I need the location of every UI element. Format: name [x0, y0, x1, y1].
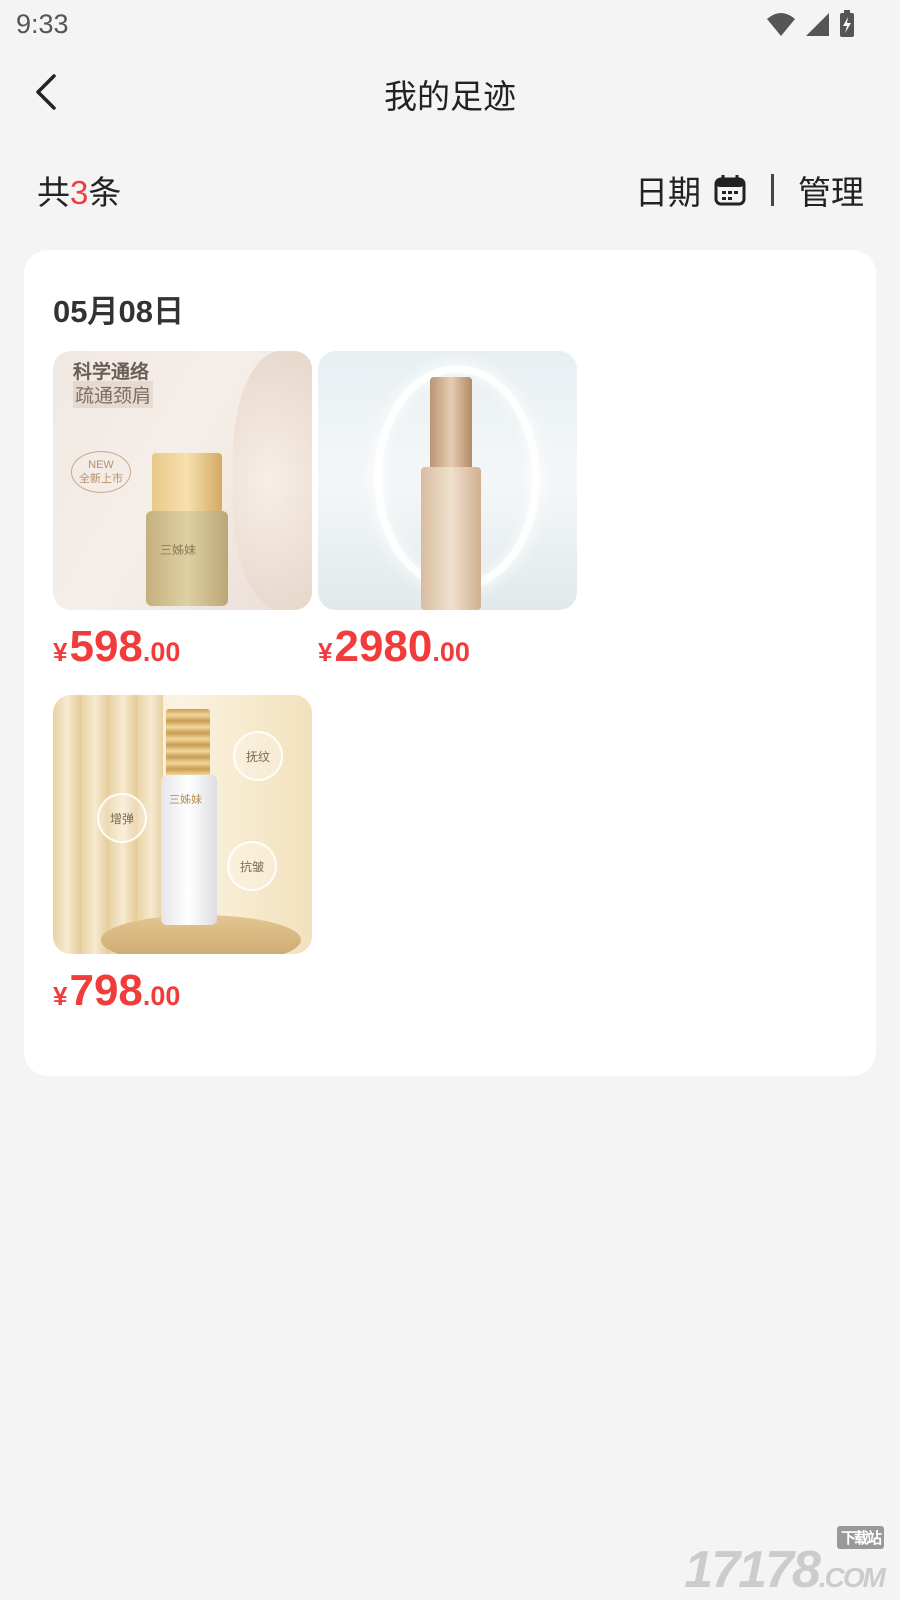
history-group-card: 05月08日 科学通络 疏通颈肩 NEW 全新上市 三姊妹 ¥598.00 ¥29…	[24, 250, 876, 1076]
price-decimal: .00	[142, 981, 181, 1011]
bottle-cap	[166, 709, 210, 777]
product-price: ¥2980.00	[318, 622, 577, 672]
feature-bubble: 抚纹	[233, 731, 283, 781]
status-bar: 9:33	[0, 0, 900, 48]
feature-bubble: 增弹	[97, 793, 147, 843]
group-date: 05月08日	[53, 294, 184, 329]
product-price: ¥798.00	[53, 966, 312, 1016]
currency-symbol: ¥	[318, 637, 333, 667]
badge-text: 全新上市	[79, 473, 123, 485]
site-watermark: 17178.COM 下载站	[684, 1526, 886, 1600]
date-filter-button[interactable]: 日期	[635, 166, 747, 214]
calendar-icon	[714, 175, 746, 206]
product-image	[318, 351, 577, 610]
nav-bar: 我的足迹	[0, 56, 900, 128]
toolbar-divider	[771, 174, 774, 206]
image-caption: 疏通颈肩	[73, 381, 154, 408]
price-integer: 2980	[334, 622, 433, 671]
currency-symbol: ¥	[53, 637, 68, 667]
price-decimal: .00	[432, 637, 470, 667]
bottle-body	[421, 467, 481, 610]
status-icons	[766, 10, 856, 38]
brand-label: 三姊妹	[160, 543, 197, 557]
feature-bubble: 抗皱	[227, 841, 277, 891]
watermark-sub: 下载站	[836, 1526, 884, 1549]
price-integer: 598	[69, 622, 143, 671]
product-item[interactable]: 三姊妹 抚纹 增弹 抗皱 ¥798.00	[53, 695, 312, 1016]
product-item[interactable]: 科学通络 疏通颈肩 NEW 全新上市 三姊妹 ¥598.00	[53, 351, 312, 672]
currency-symbol: ¥	[53, 981, 68, 1011]
bottle-cap	[152, 453, 222, 513]
status-time: 9:33	[16, 9, 69, 39]
signal-icon	[806, 13, 829, 36]
page-title: 我的足迹	[384, 78, 516, 115]
image-decoration	[233, 351, 312, 610]
bottle-body	[146, 511, 228, 606]
toolbar: 日期 管理	[635, 166, 864, 214]
bottle-cap	[430, 377, 472, 469]
date-filter-label: 日期	[635, 174, 701, 211]
image-caption: 科学通络	[73, 362, 150, 383]
count-suffix: 条	[88, 174, 122, 211]
count-prefix: 共	[37, 174, 70, 211]
product-image: 科学通络 疏通颈肩 NEW 全新上市 三姊妹	[53, 351, 312, 610]
badge-text: NEW	[88, 459, 114, 471]
product-price: ¥598.00	[53, 622, 312, 672]
wifi-icon	[767, 13, 795, 36]
product-item[interactable]: ¥2980.00	[318, 351, 577, 672]
product-image: 三姊妹 抚纹 增弹 抗皱	[53, 695, 312, 954]
price-integer: 798	[69, 966, 143, 1015]
watermark-tld: .COM	[818, 1562, 886, 1593]
manage-button[interactable]: 管理	[798, 166, 864, 214]
count-value: 3	[70, 174, 89, 211]
new-badge: NEW 全新上市	[71, 451, 131, 493]
watermark-main: 17178	[684, 1541, 821, 1599]
price-decimal: .00	[142, 637, 181, 667]
brand-label: 三姊妹	[169, 794, 202, 806]
record-count: 共3条	[37, 166, 121, 214]
battery-icon	[840, 10, 854, 37]
